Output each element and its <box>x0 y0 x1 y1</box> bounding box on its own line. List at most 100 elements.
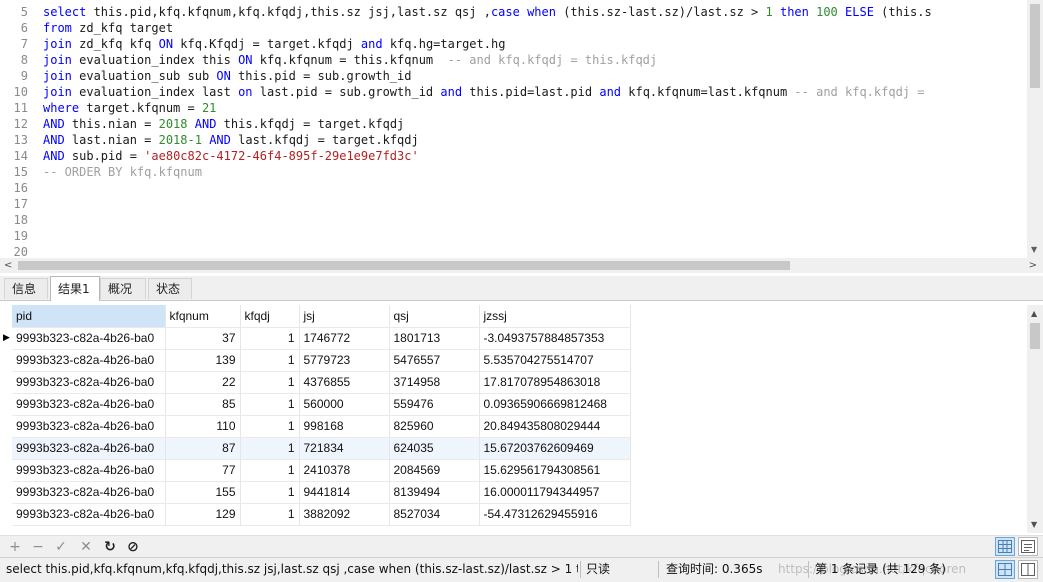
table-row[interactable]: 9993b323-c82a-4b26-ba0 155 1 9441814 8139494… <box>12 481 631 504</box>
table-row[interactable]: 9993b323-c82a-4b26-ba0 129 1 3882092 8527034… <box>12 503 631 526</box>
code-line[interactable]: -- ORDER BY kfq.kfqnum <box>43 164 1027 180</box>
cell-pid[interactable]: 9993b323-c82a-4b26-ba0 <box>12 459 166 482</box>
cell-qsj[interactable]: 624035 <box>389 437 480 460</box>
column-header-jzssj[interactable]: jzssj <box>479 305 631 328</box>
code-line[interactable] <box>43 196 1027 212</box>
cell-qsj[interactable]: 3714958 <box>389 371 480 394</box>
cell-qsj[interactable]: 8139494 <box>389 481 480 504</box>
cell-qsj[interactable]: 5476557 <box>389 349 480 372</box>
discard-changes-icon[interactable]: ✕ <box>76 536 96 558</box>
table-row[interactable]: 9993b323-c82a-4b26-ba0 139 1 5779723 5476557… <box>12 349 631 372</box>
code-line[interactable]: join evaluation_index this ON kfq.kfqnum… <box>43 52 1027 68</box>
cell-kfqnum[interactable]: 85 <box>165 393 241 416</box>
grid-view-icon[interactable] <box>995 537 1015 556</box>
cell-jzssj[interactable]: 5.535704275514707 <box>479 349 631 372</box>
add-record-icon[interactable]: + <box>5 536 25 558</box>
cell-jzssj[interactable]: 0.09365906669812468 <box>479 393 631 416</box>
cell-kfqdj[interactable]: 1 <box>240 393 300 416</box>
code-line[interactable] <box>43 180 1027 196</box>
cell-pid[interactable]: 9993b323-c82a-4b26-ba0 <box>12 393 166 416</box>
code-line[interactable]: AND this.nian = 2018 AND this.kfqdj = ta… <box>43 116 1027 132</box>
result-grid[interactable]: ▶ pid kfqnum kfqdj jsj qsj jzssj 9993b323-c82… <box>0 305 1043 533</box>
tab-info[interactable]: 信息 <box>4 278 48 299</box>
cell-kfqdj[interactable]: 1 <box>240 415 300 438</box>
column-header-jsj[interactable]: jsj <box>299 305 390 328</box>
grid-scroll-up-arrow-icon[interactable]: ▲ <box>1031 309 1037 318</box>
tab-result-1[interactable]: 结果1 <box>50 276 100 301</box>
code-line[interactable]: select this.pid,kfq.kfqnum,kfq.kfqdj,thi… <box>43 4 1027 20</box>
cell-kfqnum[interactable]: 110 <box>165 415 241 438</box>
cell-pid[interactable]: 9993b323-c82a-4b26-ba0 <box>12 371 166 394</box>
form-view-icon[interactable] <box>1018 537 1038 556</box>
table-row[interactable]: 9993b323-c82a-4b26-ba0 37 1 1746772 1801713-… <box>12 327 631 350</box>
cell-qsj[interactable]: 825960 <box>389 415 480 438</box>
code-line[interactable]: join zd_kfq kfq ON kfq.Kfqdj = target.kf… <box>43 36 1027 52</box>
code-line[interactable]: AND sub.pid = 'ae80c82c-4172-46f4-895f-2… <box>43 148 1027 164</box>
cell-jsj[interactable]: 5779723 <box>299 349 390 372</box>
editor-horizontal-scroll-thumb[interactable] <box>18 261 790 270</box>
sql-editor[interactable]: 5 6 7 8 9 10 11 12 13 14 15 16 17 18 19 20 select this.… <box>0 0 1043 258</box>
cell-jzssj[interactable]: 15.67203762609469 <box>479 437 631 460</box>
cell-jsj[interactable]: 560000 <box>299 393 390 416</box>
cell-pid[interactable]: 9993b323-c82a-4b26-ba0 <box>12 415 166 438</box>
table-row[interactable]: 9993b323-c82a-4b26-ba0 77 1 2410378 2084569 1… <box>12 459 631 482</box>
code-line[interactable]: join evaluation_index last on last.pid =… <box>43 84 1027 100</box>
cell-jzssj[interactable]: 15.629561794308561 <box>479 459 631 482</box>
grid-scroll-down-arrow-icon[interactable]: ▼ <box>1031 520 1037 529</box>
refresh-icon[interactable]: ↻ <box>100 536 120 558</box>
cell-qsj[interactable]: 2084569 <box>389 459 480 482</box>
cell-jsj[interactable]: 998168 <box>299 415 390 438</box>
cell-jzssj[interactable]: 16.000011794344957 <box>479 481 631 504</box>
stop-icon[interactable]: ⊘ <box>123 536 143 558</box>
editor-horizontal-scrollbar[interactable]: < > <box>0 258 1043 273</box>
apply-changes-icon[interactable]: ✓ <box>51 536 71 558</box>
column-header-kfqdj[interactable]: kfqdj <box>240 305 300 328</box>
grid-vertical-scroll-thumb[interactable] <box>1030 323 1040 349</box>
table-row[interactable]: 9993b323-c82a-4b26-ba0 22 1 4376855 3714958 1… <box>12 371 631 394</box>
cell-kfqnum[interactable]: 37 <box>165 327 241 350</box>
column-header-pid[interactable]: pid <box>12 305 166 328</box>
cell-jzssj[interactable]: 20.849435808029444 <box>479 415 631 438</box>
grid-vertical-scrollbar[interactable]: ▲ ▼ <box>1027 305 1043 533</box>
tab-overview[interactable]: 概况 <box>100 278 146 299</box>
cell-kfqnum[interactable]: 129 <box>165 503 241 526</box>
editor-vertical-scroll-thumb[interactable] <box>1030 4 1040 88</box>
cell-kfqnum[interactable]: 77 <box>165 459 241 482</box>
cell-kfqnum[interactable]: 139 <box>165 349 241 372</box>
scroll-left-arrow-icon[interactable]: < <box>4 258 12 273</box>
table-row[interactable]: 9993b323-c82a-4b26-ba0 85 1 560000 559476 0.0… <box>12 393 631 416</box>
sql-code-area[interactable]: select this.pid,kfq.kfqnum,kfq.kfqdj,thi… <box>43 4 1027 258</box>
cell-jsj[interactable]: 3882092 <box>299 503 390 526</box>
cell-jsj[interactable]: 721834 <box>299 437 390 460</box>
cell-jsj[interactable]: 9441814 <box>299 481 390 504</box>
tab-status[interactable]: 状态 <box>148 278 192 299</box>
cell-kfqdj[interactable]: 1 <box>240 437 300 460</box>
cell-qsj[interactable]: 1801713 <box>389 327 480 350</box>
cell-pid[interactable]: 9993b323-c82a-4b26-ba0 <box>12 327 166 350</box>
cell-kfqnum[interactable]: 87 <box>165 437 241 460</box>
cell-jsj[interactable]: 1746772 <box>299 327 390 350</box>
cell-kfqdj[interactable]: 1 <box>240 503 300 526</box>
status-grid-view-icon[interactable] <box>995 560 1015 579</box>
code-line[interactable] <box>43 244 1027 258</box>
cell-pid[interactable]: 9993b323-c82a-4b26-ba0 <box>12 481 166 504</box>
cell-kfqdj[interactable]: 1 <box>240 349 300 372</box>
cell-jzssj[interactable]: -3.0493757884857353 <box>479 327 631 350</box>
code-line[interactable] <box>43 212 1027 228</box>
cell-kfqdj[interactable]: 1 <box>240 459 300 482</box>
delete-record-icon[interactable]: − <box>28 536 48 558</box>
cell-jzssj[interactable]: -54.47312629455916 <box>479 503 631 526</box>
cell-jsj[interactable]: 2410378 <box>299 459 390 482</box>
cell-kfqdj[interactable]: 1 <box>240 327 300 350</box>
table-row[interactable]: 9993b323-c82a-4b26-ba0 87 1 721834 624035 15.… <box>12 437 631 460</box>
code-line[interactable]: AND last.nian = 2018-1 AND last.kfqdj = … <box>43 132 1027 148</box>
cell-jsj[interactable]: 4376855 <box>299 371 390 394</box>
code-line[interactable]: join evaluation_sub sub ON this.pid = su… <box>43 68 1027 84</box>
column-header-kfqnum[interactable]: kfqnum <box>165 305 241 328</box>
code-line[interactable]: from zd_kfq target <box>43 20 1027 36</box>
scroll-right-arrow-icon[interactable]: > <box>1029 258 1037 273</box>
cell-kfqnum[interactable]: 22 <box>165 371 241 394</box>
editor-vertical-scrollbar[interactable]: ▼ <box>1027 0 1043 258</box>
code-line[interactable] <box>43 228 1027 244</box>
status-text-view-icon[interactable] <box>1018 560 1038 579</box>
